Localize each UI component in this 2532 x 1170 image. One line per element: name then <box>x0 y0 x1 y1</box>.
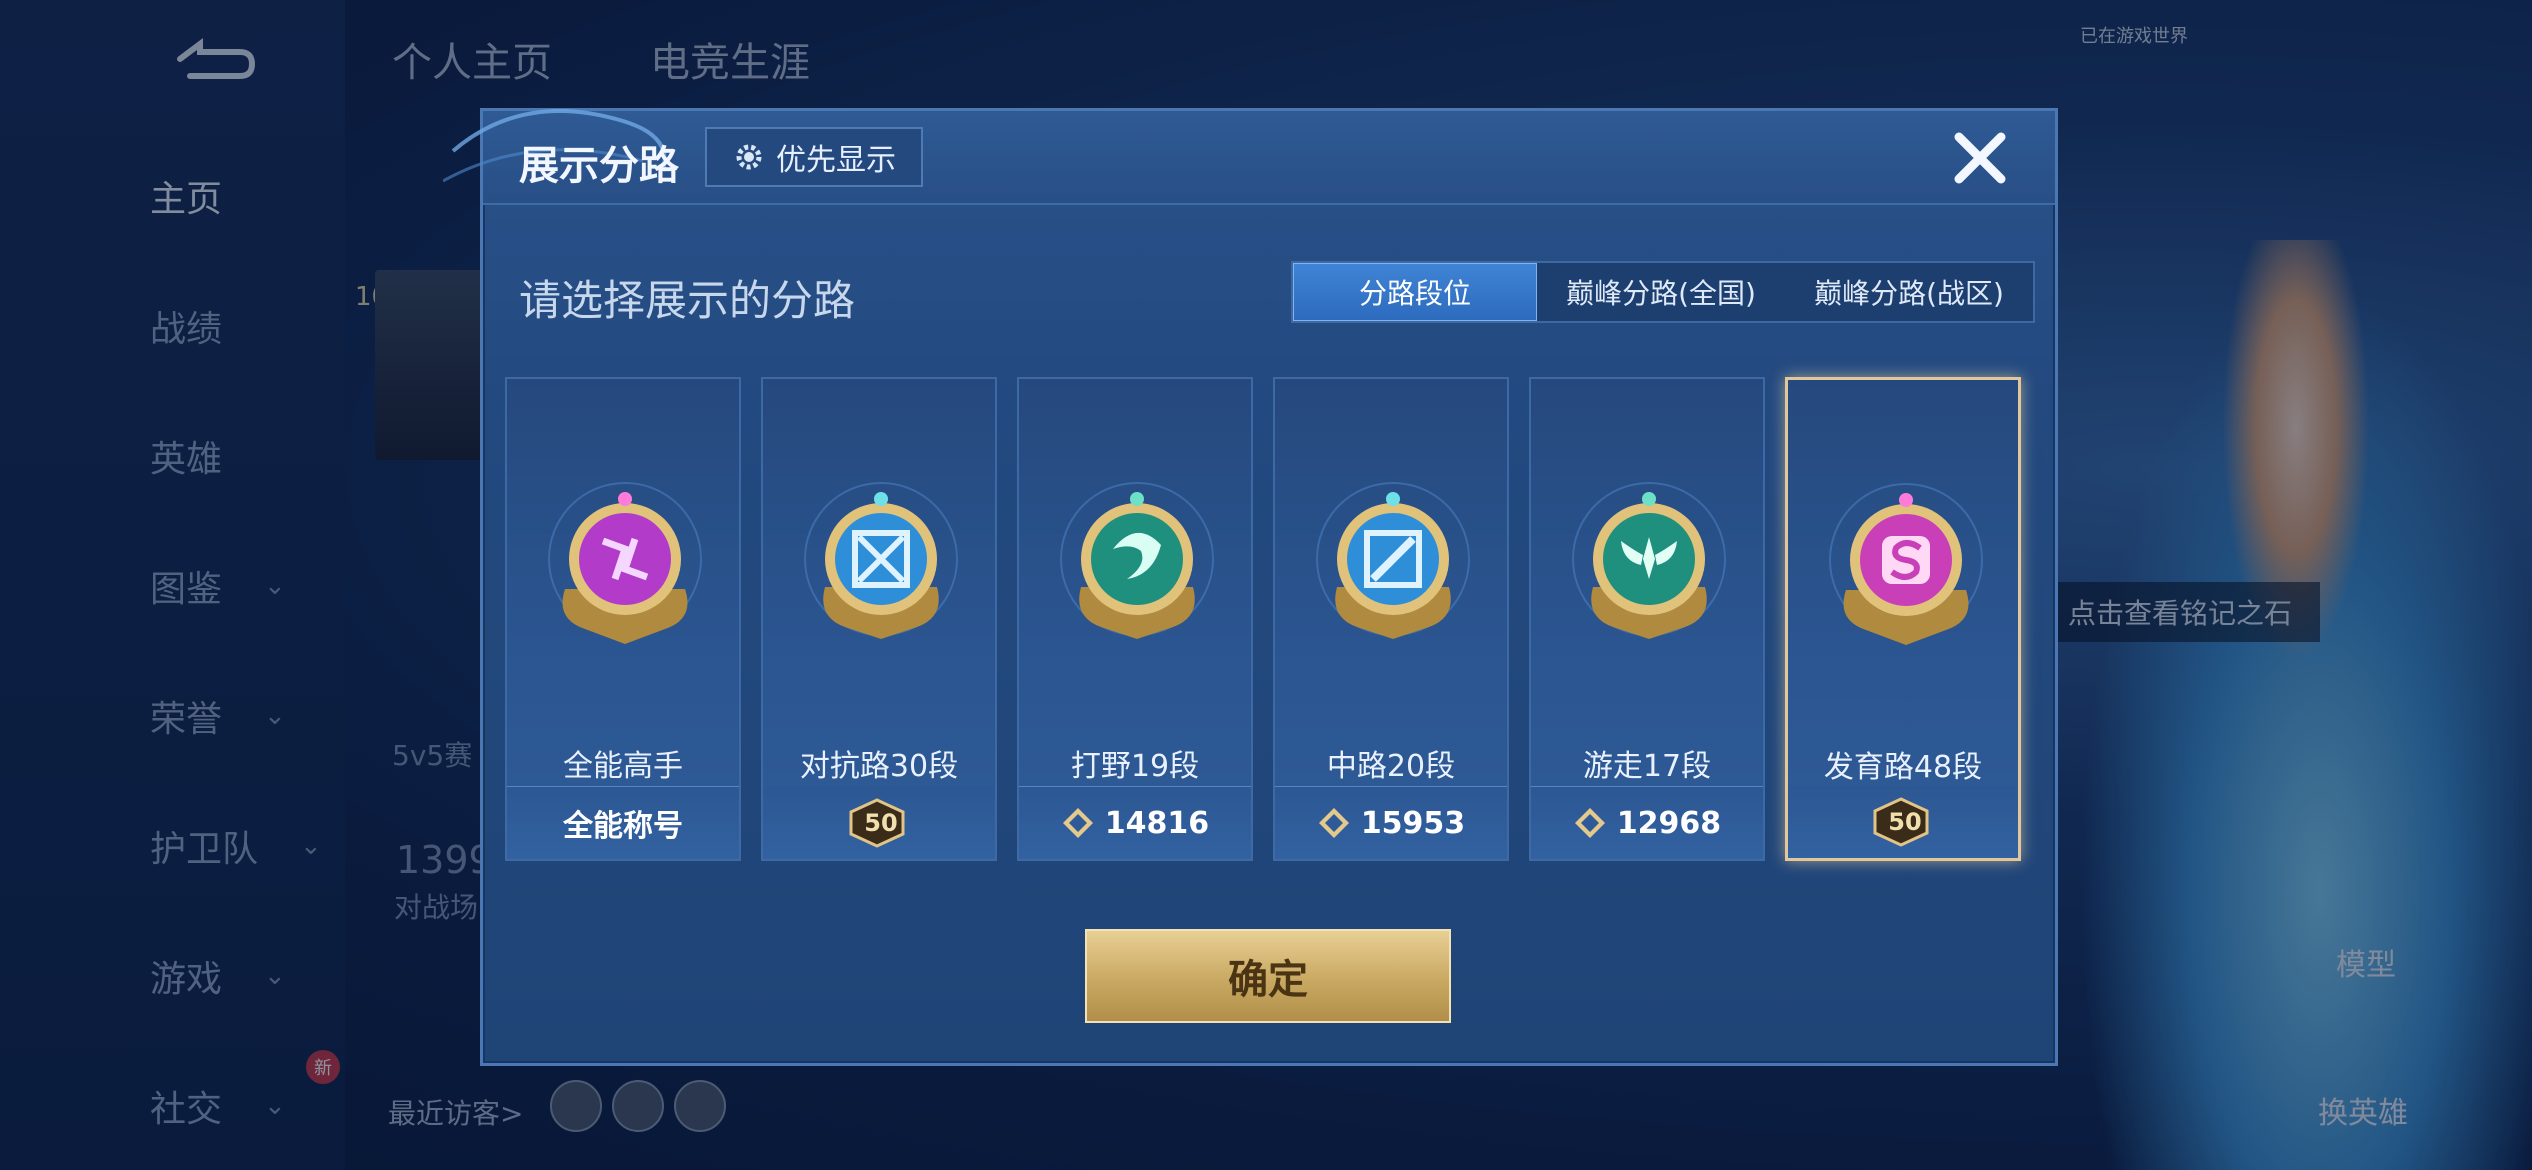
select-lane-prompt: 请选择展示的分路 <box>519 276 856 325</box>
lane-name: 发育路48段 <box>1823 750 1983 785</box>
lane-card-farm[interactable]: 发育路48段 50 <box>1785 377 2021 861</box>
lane-card-roam[interactable]: 游走17段 12968 <box>1529 377 1765 861</box>
roam-wings-icon <box>1572 482 1726 639</box>
priority-display-label: 优先显示 <box>776 143 896 178</box>
all-round-icon <box>548 482 702 644</box>
star-level-value: 50 <box>1888 808 1922 836</box>
lane-card-jungle[interactable]: 打野19段 14816 <box>1017 377 1253 861</box>
lane-type-tabs: 分路段位 巅峰分路(全国) 巅峰分路(战区) <box>1291 261 2035 323</box>
lane-footer: 15953 <box>1275 786 1507 859</box>
mid-lane-icon <box>1316 482 1470 639</box>
tab-peak-national[interactable]: 巅峰分路(全国) <box>1537 263 1785 321</box>
lane-name: 全能高手 <box>563 749 683 784</box>
tab-peak-region[interactable]: 巅峰分路(战区) <box>1785 263 2033 321</box>
priority-display-button[interactable]: 优先显示 <box>705 127 923 187</box>
lane-name: 对抗路30段 <box>799 749 959 784</box>
peak-score-icon <box>1318 808 1349 838</box>
lane-name: 中路20段 <box>1326 749 1456 784</box>
peak-score-icon <box>1574 808 1605 838</box>
confirm-button[interactable]: 确定 <box>1085 929 1451 1023</box>
tab-lane-rank[interactable]: 分路段位 <box>1293 263 1537 321</box>
peak-score-value: 15953 <box>1360 805 1466 841</box>
peak-score-icon <box>1062 808 1093 838</box>
lane-card-clash[interactable]: 对抗路30段 50 <box>761 377 997 861</box>
gear-icon <box>736 144 762 170</box>
close-icon[interactable] <box>1947 125 2013 191</box>
peak-score-value: 12968 <box>1616 805 1722 841</box>
peak-score-value: 14816 <box>1104 805 1210 841</box>
lane-footer: 50 <box>1788 786 2018 858</box>
lane-footer: 50 <box>763 787 995 859</box>
lane-card-all-round[interactable]: 全能高手 全能称号 <box>505 377 741 861</box>
lane-name: 游走17段 <box>1582 749 1712 784</box>
lane-footer: 12968 <box>1531 786 1763 859</box>
farm-lane-icon <box>1829 483 1983 645</box>
lane-card-mid[interactable]: 中路20段 15953 <box>1273 377 1509 861</box>
lane-footer: 全能称号 <box>507 786 739 859</box>
lane-display-dialog: 展示分路 优先显示 请选择展示的分路 分路段位 巅峰分路(全国) 巅峰分路(战区… <box>443 108 2058 1066</box>
star-level-value: 50 <box>864 809 898 837</box>
dialog-title: 展示分路 <box>519 143 679 189</box>
clash-lane-icon <box>804 482 958 639</box>
all-round-title: 全能称号 <box>563 809 683 844</box>
lane-footer: 14816 <box>1019 786 1251 859</box>
jungle-dragon-icon <box>1060 482 1214 639</box>
lane-name: 打野19段 <box>1070 749 1200 784</box>
